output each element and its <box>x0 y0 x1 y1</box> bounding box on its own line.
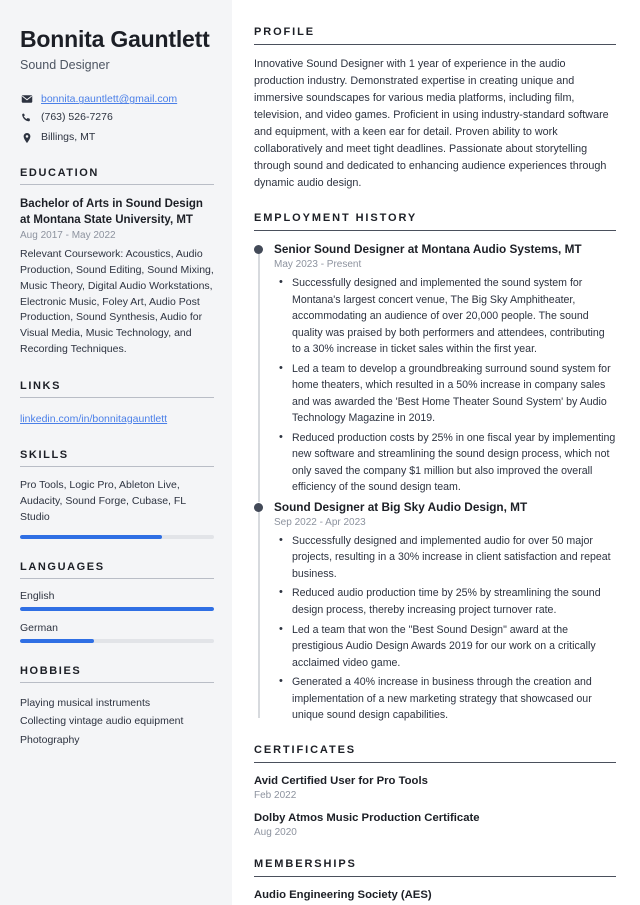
certificate-item: Avid Certified User for Pro Tools Feb 20… <box>254 774 616 801</box>
job-bullet: Led a team that won the "Best Sound Desi… <box>279 621 616 672</box>
certificates-section: CERTIFICATES Avid Certified User for Pro… <box>254 743 616 838</box>
employment-entry: Senior Sound Designer at Montana Audio S… <box>254 242 616 502</box>
language-name: English <box>20 589 55 602</box>
job-role: Senior Sound Designer at Montana Audio S… <box>274 242 582 257</box>
certificate-title: Dolby Atmos Music Production Certificate <box>254 811 480 824</box>
education-degree: Bachelor of Arts in Sound Design at Mont… <box>20 197 203 226</box>
hobbies-divider <box>20 681 214 683</box>
skills-divider <box>20 466 214 468</box>
main-content: PROFILE Innovative Sound Designer with 1… <box>232 0 640 905</box>
job-bullet: Successfully designed and implemented th… <box>279 274 616 358</box>
job-bullet: Generated a 40% increase in business thr… <box>279 673 616 724</box>
timeline-line <box>258 246 260 502</box>
linkedin-link[interactable]: linkedin.com/in/bonnitagauntlett <box>20 413 167 425</box>
membership-item: Audio Engineering Society (AES) <box>254 889 432 902</box>
hobby-item: Playing musical instruments <box>20 696 151 709</box>
skills-level-track <box>20 534 214 539</box>
employment-timeline: Senior Sound Designer at Montana Audio S… <box>254 242 616 723</box>
employment-divider <box>254 230 616 232</box>
languages-section: LANGUAGES English German <box>20 561 214 643</box>
certificate-date: Aug 2020 <box>254 827 297 839</box>
location-text: Billings, MT <box>41 131 96 144</box>
timeline-dot-icon <box>254 503 263 512</box>
job-date: May 2023 - Present <box>274 259 362 271</box>
employment-heading: EMPLOYMENT HISTORY <box>254 212 418 225</box>
contact-location: Billings, MT <box>20 131 214 145</box>
links-section: LINKS linkedin.com/in/bonnitagauntlett <box>20 380 214 428</box>
email-link[interactable]: bonnita.gauntlett@gmail.com <box>41 93 177 105</box>
links-heading: LINKS <box>20 379 61 392</box>
memberships-heading: MEMBERSHIPS <box>254 858 357 871</box>
job-bullet: Reduced audio production time by 25% by … <box>279 584 616 618</box>
profile-text: Innovative Sound Designer with 1 year of… <box>254 58 609 190</box>
job-bullet: Led a team to develop a groundbreaking s… <box>279 360 616 427</box>
education-divider <box>20 183 214 185</box>
job-bullet: Successfully designed and implemented au… <box>279 532 616 583</box>
language-name: German <box>20 621 58 634</box>
envelope-icon <box>20 93 34 105</box>
candidate-job-title: Sound Designer <box>20 58 110 73</box>
memberships-section: MEMBERSHIPS Audio Engineering Society (A… <box>254 858 616 905</box>
job-bullets: Successfully designed and implemented th… <box>274 274 616 496</box>
hobbies-section: HOBBIES Playing musical instruments Coll… <box>20 665 214 750</box>
memberships-divider <box>254 876 616 878</box>
profile-heading: PROFILE <box>254 26 315 38</box>
hobby-item: Collecting vintage audio equipment <box>20 715 184 728</box>
location-pin-icon <box>20 132 34 144</box>
language-level-track <box>20 606 214 611</box>
job-role: Sound Designer at Big Sky Audio Design, … <box>274 500 528 514</box>
skills-section: SKILLS Pro Tools, Logic Pro, Ableton Liv… <box>20 449 214 539</box>
certificates-heading: CERTIFICATES <box>254 743 357 756</box>
phone-icon <box>20 112 34 124</box>
skills-level-fill <box>20 534 162 539</box>
job-date: Sep 2022 - Apr 2023 <box>274 516 366 528</box>
certificate-item: Dolby Atmos Music Production Certificate… <box>254 811 616 838</box>
hobby-item: Photography <box>20 733 80 746</box>
sidebar: Bonnita Gauntlett Sound Designer bonnita… <box>0 0 232 905</box>
links-divider <box>20 396 214 398</box>
timeline-dot-icon <box>254 245 263 255</box>
language-level-fill <box>20 606 214 611</box>
job-bullet: Reduced production costs by 25% in one f… <box>279 429 616 496</box>
hobbies-heading: HOBBIES <box>20 664 82 677</box>
candidate-name: Bonnita Gauntlett <box>20 26 210 52</box>
education-description: Relevant Coursework: Acoustics, Audio Pr… <box>20 248 214 355</box>
language-item-german: German <box>20 622 214 643</box>
profile-divider <box>254 44 616 45</box>
contact-phone: (763) 526-7276 <box>20 111 214 125</box>
education-heading: EDUCATION <box>20 166 99 179</box>
contact-list: bonnita.gauntlett@gmail.com (763) 526-72… <box>20 93 214 144</box>
language-level-fill <box>20 638 94 643</box>
employment-entry: Sound Designer at Big Sky Audio Design, … <box>254 500 616 724</box>
employment-section: EMPLOYMENT HISTORY Senior Sound Designer… <box>254 212 616 723</box>
language-item-english: English <box>20 590 214 611</box>
languages-divider <box>20 577 214 579</box>
resume-page: Bonnita Gauntlett Sound Designer bonnita… <box>0 0 640 905</box>
skills-heading: SKILLS <box>20 449 69 462</box>
contact-email: bonnita.gauntlett@gmail.com <box>20 93 214 105</box>
certificates-divider <box>254 761 616 763</box>
certificate-title: Avid Certified User for Pro Tools <box>254 774 428 787</box>
education-date: Aug 2017 - May 2022 <box>20 230 116 242</box>
certificate-date: Feb 2022 <box>254 789 297 801</box>
phone-text: (763) 526-7276 <box>41 111 113 124</box>
education-section: EDUCATION Bachelor of Arts in Sound Desi… <box>20 167 214 358</box>
skills-text: Pro Tools, Logic Pro, Ableton Live, Auda… <box>20 479 186 523</box>
languages-heading: LANGUAGES <box>20 560 105 573</box>
profile-section: PROFILE Innovative Sound Designer with 1… <box>254 26 616 192</box>
job-bullets: Successfully designed and implemented au… <box>274 532 616 724</box>
timeline-line <box>258 504 260 718</box>
language-level-track <box>20 638 214 643</box>
